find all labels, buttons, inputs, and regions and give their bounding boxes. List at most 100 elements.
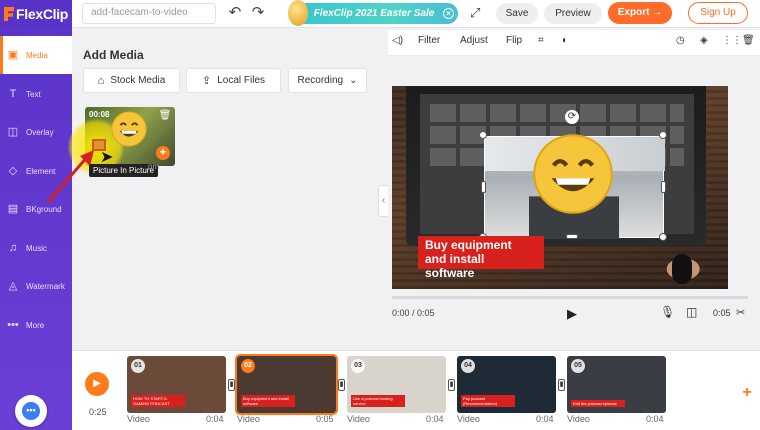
sidebar-item-overlay[interactable]: ◫ Overlay: [0, 113, 72, 151]
sidebar-item-more[interactable]: ••• More: [0, 306, 72, 344]
resize-handle[interactable]: [479, 131, 487, 139]
grinning-emoji-overlay[interactable]: [530, 131, 616, 217]
overlay-icon: ◫: [7, 126, 19, 138]
resize-handle[interactable]: [661, 181, 666, 193]
project-name-input[interactable]: add-facecam-to-video: [82, 3, 216, 24]
caption-line-2: and install software: [425, 252, 485, 280]
chat-icon: •••: [22, 402, 40, 420]
clip-duration: 0:04: [426, 414, 444, 424]
sidebar-item-media[interactable]: ▣ Media: [0, 36, 72, 74]
help-chat-button[interactable]: •••: [15, 395, 47, 427]
clip-number: 05: [571, 359, 585, 373]
color-icon[interactable]: ◐: [562, 35, 568, 46]
sidebar-item-label: Media: [26, 50, 48, 60]
microphone-icon[interactable]: 🎙: [660, 305, 675, 319]
undo-icon[interactable]: ↶: [227, 5, 243, 21]
resize-handle[interactable]: [481, 181, 486, 193]
clip-duration: 0:05: [713, 308, 731, 318]
sidebar-item-music[interactable]: ♫ Music: [0, 229, 72, 267]
grinning-emoji-sticker: [111, 111, 147, 147]
sidebar-item-label: More: [26, 320, 45, 330]
transition-icon[interactable]: ▮: [448, 379, 455, 391]
volume-icon[interactable]: ◁): [392, 35, 403, 46]
timeline-play-icon[interactable]: ▶: [85, 372, 109, 396]
caption-line-1: Buy equipment: [425, 238, 512, 252]
clip-duration: 0:04: [646, 414, 664, 424]
clip-type: Video: [567, 414, 590, 424]
split-icon[interactable]: ◫: [686, 305, 697, 319]
playback-time: 0:00 / 0:05: [392, 308, 435, 318]
background-icon: ▤: [7, 203, 19, 215]
redo-icon[interactable]: ↷: [250, 5, 266, 21]
text-icon: T: [9, 88, 17, 100]
recording-dropdown[interactable]: Recording ⌄: [288, 68, 367, 93]
timeline-clip[interactable]: 04 Pay podcast (Recommendation): [457, 356, 556, 413]
screen-row: [430, 104, 684, 122]
local-files-button[interactable]: ⇪ Local Files: [186, 68, 281, 93]
flexclip-logo[interactable]: FlexClip: [0, 0, 72, 28]
clip-type: Video: [457, 414, 480, 424]
clip-title: Buy equipment and install software: [241, 395, 295, 407]
top-bar: FlexClip add-facecam-to-video ↶ ↷ FlexCl…: [0, 0, 760, 28]
sidebar-item-text[interactable]: T Text: [0, 75, 72, 113]
banner-close-icon[interactable]: ×: [443, 8, 454, 19]
history-icon[interactable]: ◷: [676, 35, 685, 46]
clip-title: Edit the podcast episode: [571, 400, 625, 407]
computer-mouse-image: [672, 254, 692, 284]
resize-handle[interactable]: [566, 234, 578, 239]
layers-icon[interactable]: ◈: [700, 35, 708, 46]
watermark-icon: ◬: [8, 280, 18, 292]
resize-handle[interactable]: [659, 233, 667, 241]
timeline-total-duration: 0:25: [89, 407, 107, 417]
clip-number: 04: [461, 359, 475, 373]
media-panel-title: Add Media: [83, 48, 144, 62]
sidebar-item-watermark[interactable]: ◬ Watermark: [0, 267, 72, 305]
timeline-clip-selected[interactable]: 02 Buy equipment and install software: [235, 354, 338, 415]
playback-progress-bar[interactable]: [392, 296, 748, 299]
adjust-button[interactable]: Adjust: [460, 35, 488, 46]
filter-button[interactable]: Filter: [418, 35, 440, 46]
clip-title: Use a podcast hosting service: [351, 395, 405, 407]
timeline-clip[interactable]: 01 HOW TO START A GAMING PODCAST: [127, 356, 226, 413]
transition-icon[interactable]: ▮: [228, 379, 235, 391]
flexclip-logo-icon: [4, 7, 14, 21]
promo-banner-text: FlexClip 2021 Easter Sale: [313, 8, 435, 19]
clip-type: Video: [237, 414, 260, 424]
flip-button[interactable]: Flip: [506, 35, 522, 46]
element-icon: ◇: [8, 165, 18, 177]
grid-icon[interactable]: ⋮⋮: [722, 35, 742, 46]
red-arrow-annotation: [46, 150, 94, 203]
timeline-clip[interactable]: 05 Edit the podcast episode: [567, 356, 666, 413]
add-clip-icon[interactable]: +: [739, 385, 755, 401]
crop-icon[interactable]: ⌗: [538, 35, 544, 46]
preview-button[interactable]: Preview: [544, 3, 602, 24]
trash-icon[interactable]: 🗑: [742, 35, 755, 46]
stock-media-button[interactable]: ⌂ Stock Media: [83, 68, 180, 93]
promo-banner[interactable]: FlexClip 2021 Easter Sale ×: [288, 0, 458, 26]
fullscreen-icon[interactable]: ⤢: [470, 6, 484, 20]
clip-title: HOW TO START A GAMING PODCAST: [131, 395, 185, 407]
timeline-clip[interactable]: 03 Use a podcast hosting service: [347, 356, 446, 413]
transition-icon[interactable]: ▮: [558, 379, 565, 391]
preview-toolbar: ◁) Filter Adjust Flip ⌗ ◐ ◷ ◈ ⋮⋮ 🗑: [388, 30, 760, 56]
sidebar-item-label: Watermark: [26, 281, 65, 291]
delete-icon[interactable]: 🗑: [158, 110, 172, 124]
clip-type: Video: [347, 414, 370, 424]
flexclip-editor: FlexClip add-facecam-to-video ↶ ↷ FlexCl…: [0, 0, 760, 430]
clip-number: 02: [241, 359, 255, 373]
save-button[interactable]: Save: [496, 3, 538, 24]
transition-icon[interactable]: ▮: [338, 379, 345, 391]
rotate-icon[interactable]: ⟳: [565, 110, 579, 124]
recording-label: Recording: [297, 75, 344, 86]
sign-up-button[interactable]: Sign Up: [688, 2, 748, 24]
music-icon: ♫: [8, 242, 18, 254]
logo-text: FlexClip: [16, 6, 69, 22]
add-to-timeline-icon[interactable]: +: [156, 146, 170, 160]
export-button[interactable]: Export →: [608, 2, 672, 24]
play-icon[interactable]: ▶: [567, 306, 577, 322]
stock-media-label: Stock Media: [110, 75, 166, 86]
clip-duration: 0:05: [316, 414, 334, 424]
resize-handle[interactable]: [659, 131, 667, 139]
video-caption[interactable]: Buy equipment and install software: [418, 236, 544, 280]
scissors-icon[interactable]: ✂: [736, 306, 745, 319]
